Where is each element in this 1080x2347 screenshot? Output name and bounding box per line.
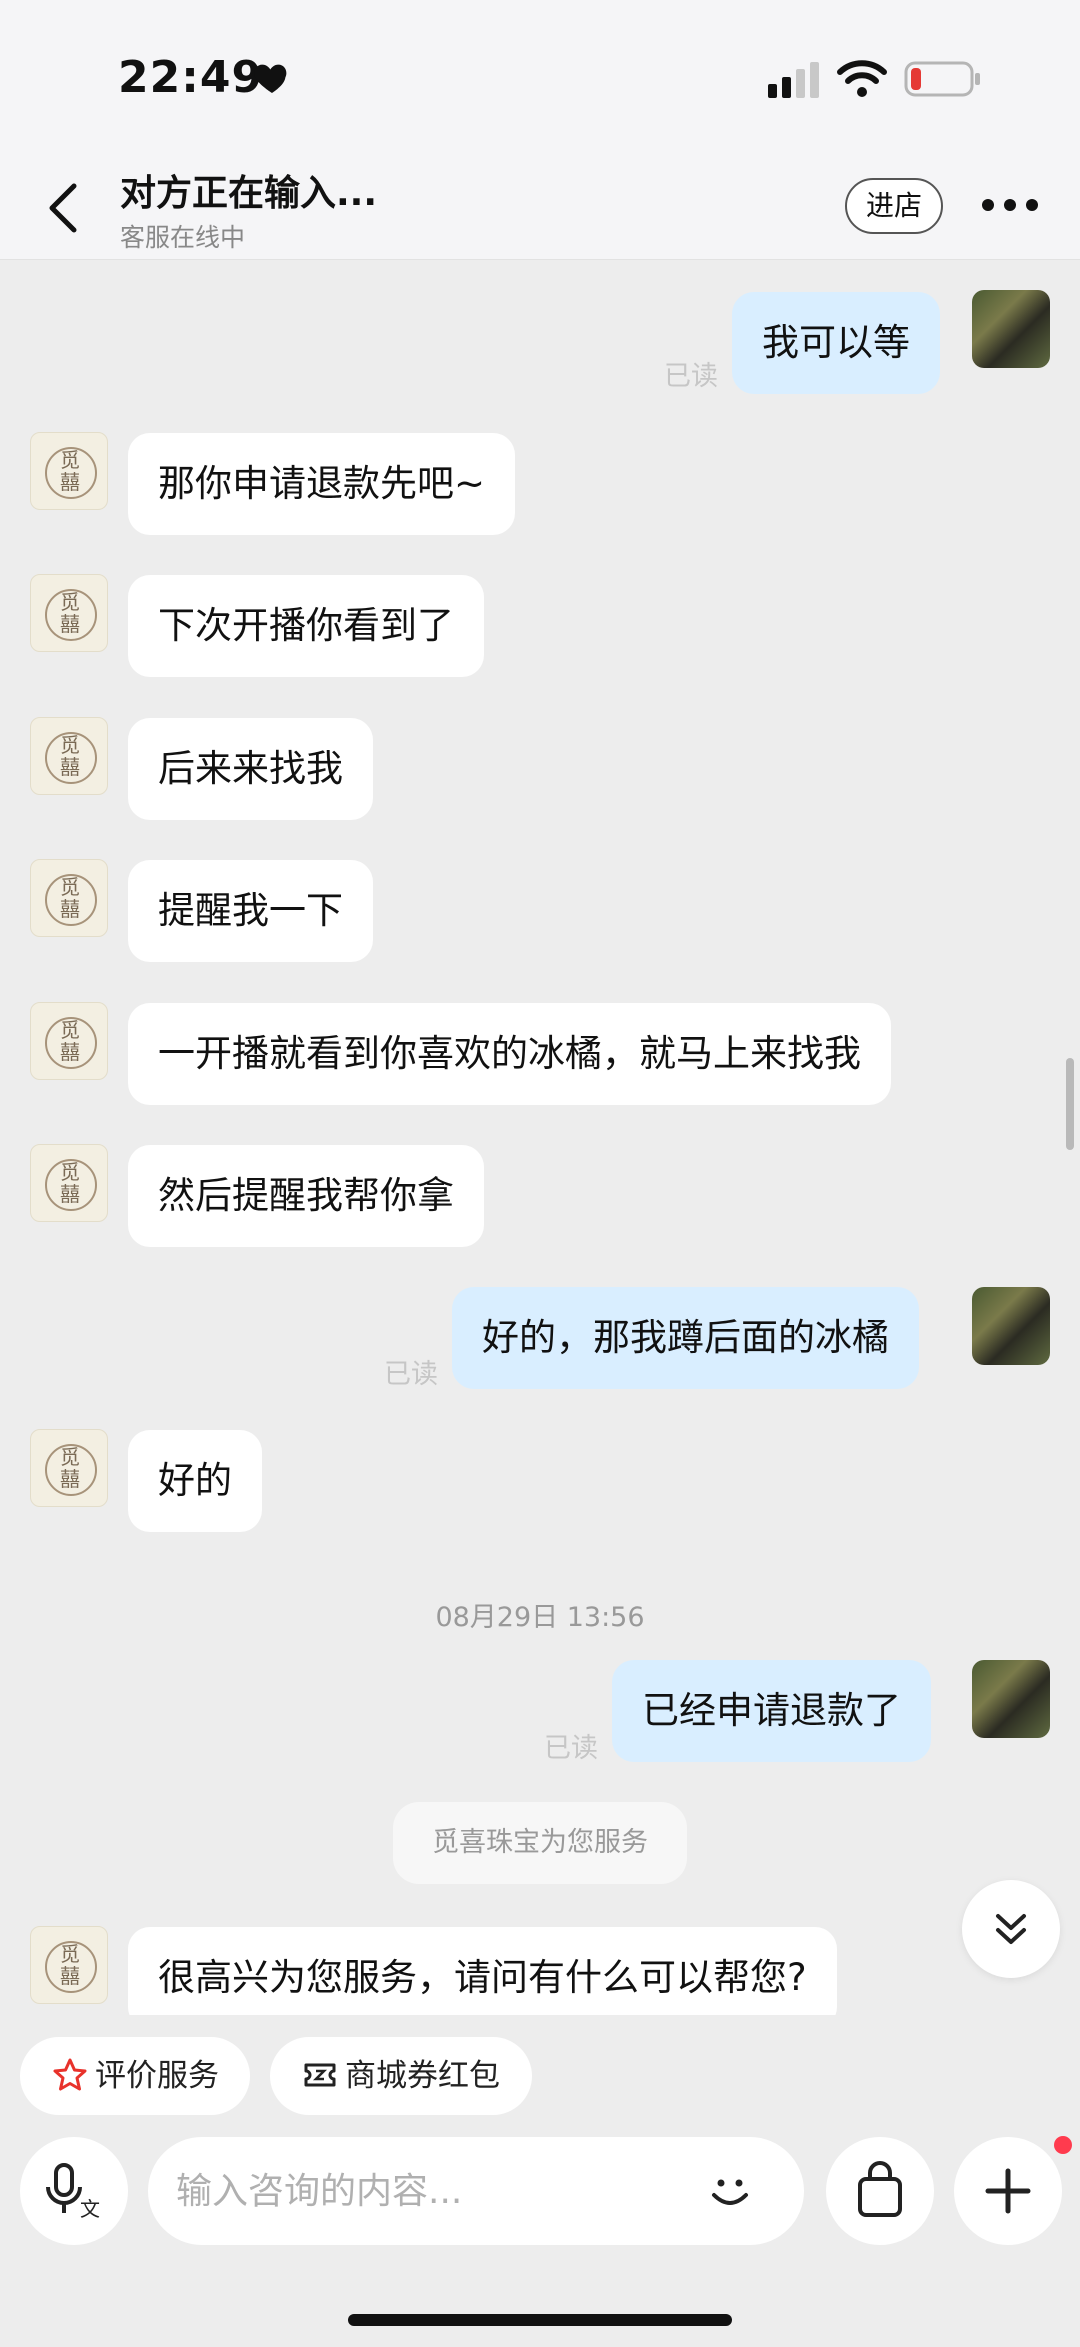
voice-input-icon: [46, 2163, 82, 2213]
shop-avatar[interactable]: [30, 574, 108, 652]
read-receipt: 已读: [664, 361, 718, 392]
shop-avatar[interactable]: [30, 717, 108, 795]
chat-title: 对方正在输入...: [120, 173, 378, 214]
outgoing-message[interactable]: 我可以等: [732, 292, 940, 394]
rate-service-button[interactable]: 评价服务: [20, 2037, 250, 2115]
read-receipt: 已读: [384, 1359, 438, 1390]
outgoing-message[interactable]: 好的，那我蹲后面的冰橘: [452, 1287, 919, 1389]
cellular-signal-icon: [768, 62, 819, 98]
outgoing-message[interactable]: 已经申请退款了: [612, 1660, 931, 1762]
shop-avatar[interactable]: [30, 1002, 108, 1080]
system-notice: 觅喜珠宝为您服务: [393, 1802, 687, 1884]
double-chevron-down-icon: [996, 1914, 1026, 1944]
more-actions-button[interactable]: [954, 2137, 1062, 2245]
user-avatar[interactable]: [972, 290, 1050, 368]
incoming-message[interactable]: 一开播就看到你喜欢的冰橘，就马上来找我: [128, 1003, 891, 1105]
rate-service-label: 评价服务: [95, 2058, 219, 2094]
user-avatar[interactable]: [972, 1660, 1050, 1738]
chevron-left-icon[interactable]: [40, 180, 90, 236]
shop-avatar[interactable]: [30, 1926, 108, 2004]
message-input[interactable]: [176, 2137, 696, 2245]
voice-input-button[interactable]: 文: [20, 2137, 128, 2245]
chat-header: 对方正在输入... 客服在线中 进店: [0, 150, 1080, 260]
incoming-message[interactable]: 后来来找我: [128, 718, 373, 820]
input-bar: 文: [0, 2115, 1080, 2347]
product-button[interactable]: [826, 2137, 934, 2245]
incoming-message[interactable]: 很高兴为您服务，请问有什么可以帮您?: [128, 1927, 837, 2015]
coupons-button[interactable]: 商城券红包: [270, 2037, 532, 2115]
star-icon: [53, 2058, 87, 2091]
scroll-to-bottom-button[interactable]: [962, 1880, 1060, 1978]
shop-avatar[interactable]: [30, 859, 108, 937]
chat-messages[interactable]: 已读 我可以等 那你申请退款先吧~ 下次开播你看到了 后来来找我 提醒我一下 一…: [0, 260, 1080, 2015]
battery-low-icon: [904, 61, 980, 97]
incoming-message[interactable]: 下次开播你看到了: [128, 575, 484, 677]
quick-actions: 评价服务 商城券红包: [0, 2015, 1080, 2115]
more-dots-icon[interactable]: [980, 190, 1040, 220]
scrollbar-thumb[interactable]: [1066, 1058, 1074, 1150]
shop-avatar[interactable]: [30, 432, 108, 510]
enter-store-button[interactable]: 进店: [845, 178, 943, 234]
heart-icon: [254, 64, 287, 93]
voice-badge: 文: [80, 2197, 100, 2221]
notification-dot: [1054, 2136, 1072, 2154]
coupon-icon: [304, 2063, 336, 2087]
home-indicator[interactable]: [348, 2314, 732, 2326]
chat-subtitle: 客服在线中: [120, 223, 246, 252]
smiley-icon[interactable]: [702, 2163, 758, 2219]
status-time: 22:49: [118, 52, 264, 103]
incoming-message[interactable]: 提醒我一下: [128, 860, 373, 962]
shop-avatar[interactable]: [30, 1429, 108, 1507]
plus-icon: [985, 2168, 1031, 2214]
incoming-message[interactable]: 好的: [128, 1430, 262, 1532]
coupons-label: 商城券红包: [345, 2058, 500, 2094]
incoming-message[interactable]: 然后提醒我帮你拿: [128, 1145, 484, 1247]
read-receipt: 已读: [544, 1733, 598, 1764]
status-bar: 22:49: [0, 0, 1080, 150]
wifi-icon: [837, 60, 887, 97]
incoming-message[interactable]: 那你申请退款先吧~: [128, 433, 516, 535]
message-input-box[interactable]: [148, 2137, 804, 2245]
shopping-bag-icon: [858, 2161, 902, 2217]
shop-avatar[interactable]: [30, 1144, 108, 1222]
message-timestamp: 08月29日 13:56: [435, 1602, 645, 1633]
user-avatar[interactable]: [972, 1287, 1050, 1365]
